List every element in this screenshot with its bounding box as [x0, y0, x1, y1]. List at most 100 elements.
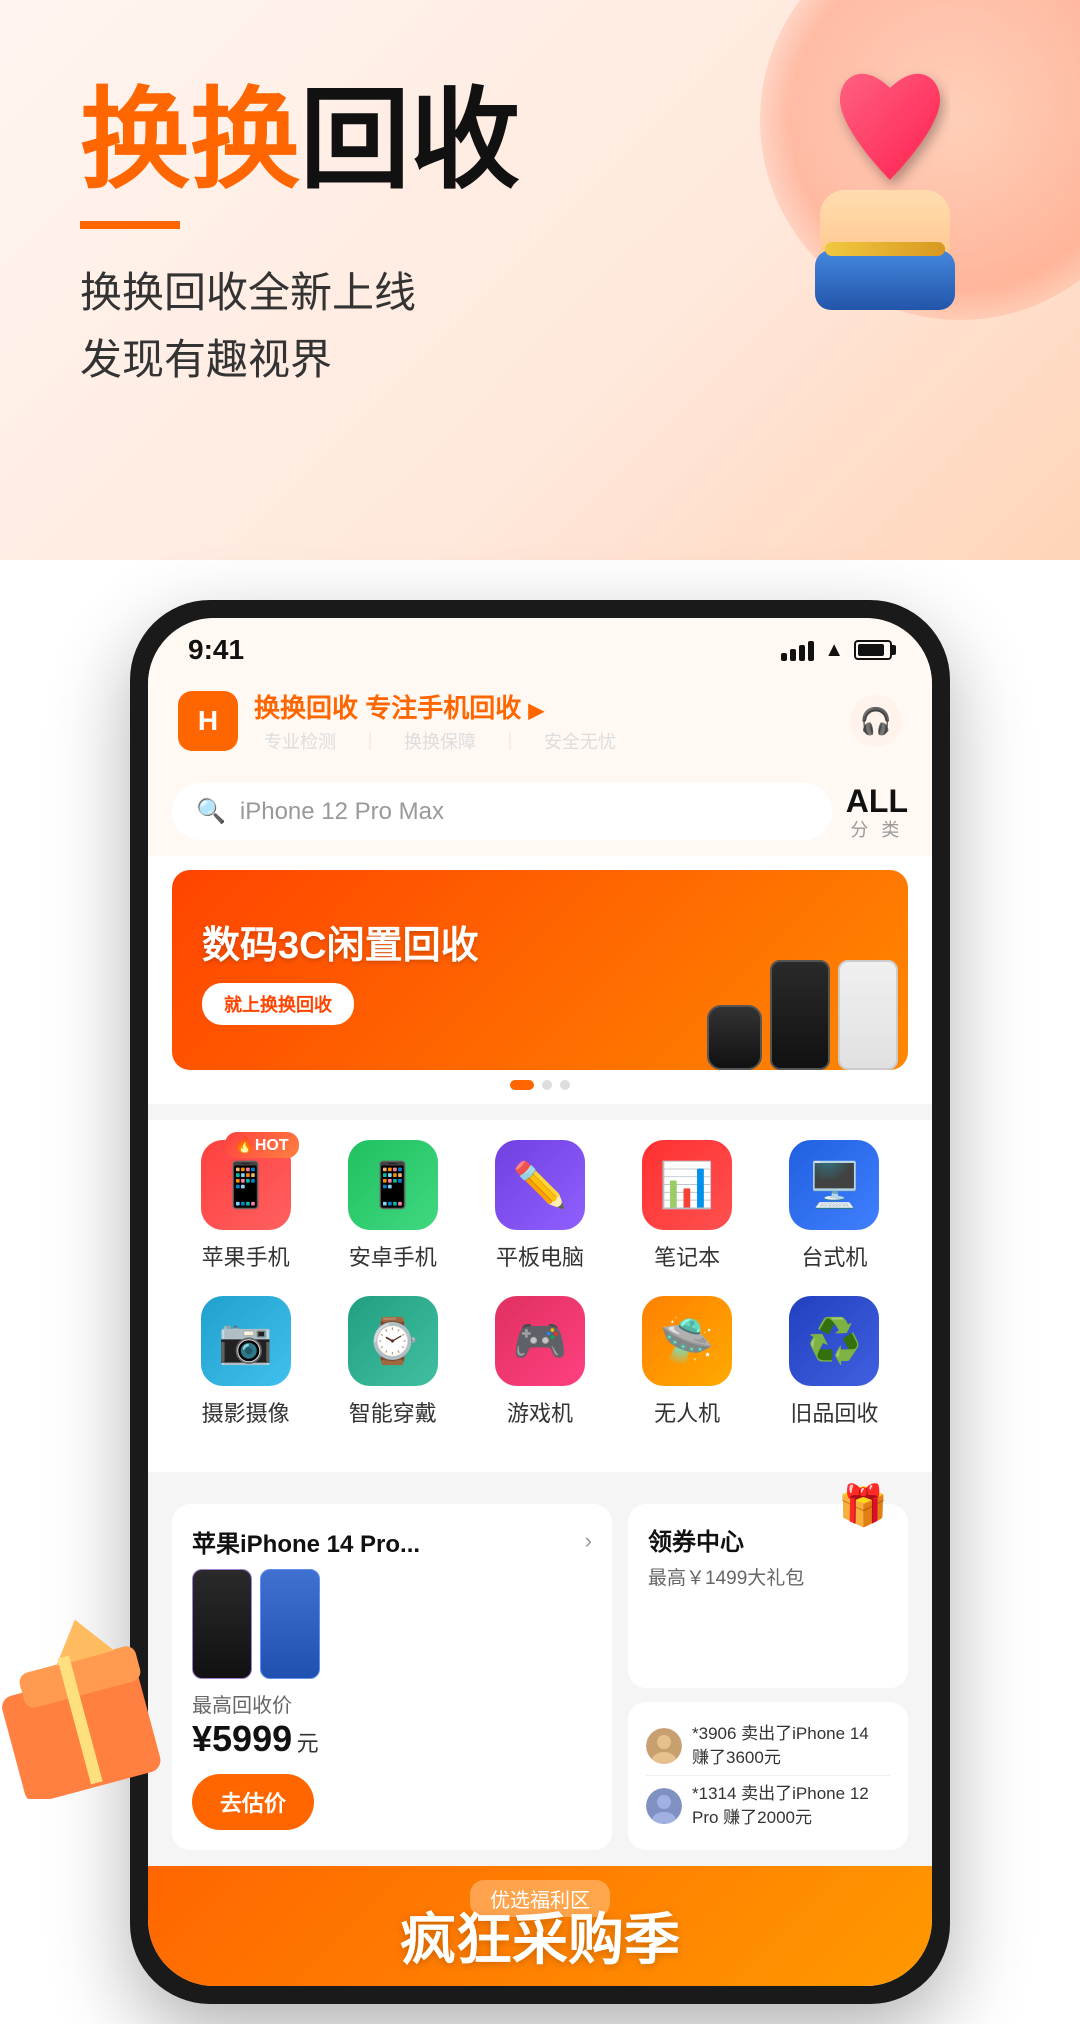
android-label: 安卓手机: [349, 1240, 437, 1272]
drone-icon-wrap: 🛸: [642, 1296, 732, 1386]
hero-divider: [80, 221, 180, 229]
product-phone-blue: [260, 1569, 320, 1679]
hero-section: 换换回收 换换回收全新上线 发现有趣视界: [0, 0, 1080, 560]
phone-outer-frame: 9:41 ▲: [130, 600, 950, 2004]
category-apple[interactable]: 🔥HOT 📱 苹果手机: [186, 1140, 306, 1272]
banner-phone-black: [770, 960, 830, 1070]
status-icons: ▲: [781, 639, 892, 662]
desktop-label: 台式机: [801, 1240, 867, 1272]
activity-avatar-2: [646, 1788, 682, 1824]
banner-dot-3: [560, 1080, 570, 1090]
camera-icon: 📷: [218, 1315, 273, 1367]
banner-phones-illustration: [707, 960, 898, 1070]
tablet-label: 平板电脑: [496, 1240, 584, 1272]
all-category-sub: 分 类: [846, 820, 908, 842]
category-recycle[interactable]: ♻️ 旧品回收: [774, 1296, 894, 1428]
estimate-button[interactable]: 去估价: [192, 1774, 314, 1830]
gift-box-illustration: [0, 1599, 170, 1799]
hero-subtitle-line1: 换换回收全新上线: [80, 259, 520, 326]
hero-subtitle: 换换回收全新上线 发现有趣视界: [80, 259, 520, 393]
drone-label: 无人机: [654, 1396, 720, 1428]
headset-button[interactable]: 🎧: [850, 695, 902, 747]
wearable-icon: ⌚: [365, 1315, 420, 1367]
banner-dots: [172, 1080, 908, 1090]
avatar-svg-1: [646, 1728, 682, 1764]
banner-phone-white: [838, 960, 898, 1070]
signal-icon: [781, 639, 814, 661]
app-name: 换换回收: [254, 693, 358, 723]
price-value: ¥5999: [192, 1718, 292, 1759]
phone-mockup-container: 9:41 ▲: [0, 560, 1080, 2024]
app-header: H 换换回收 专注手机回收 ▶ 专业检测 ｜ 换换保: [148, 674, 932, 768]
gaming-icon: 🎮: [513, 1315, 568, 1367]
banner-button[interactable]: 就上换换回收: [202, 983, 354, 1025]
product-card-title: 苹果iPhone 14 Pro...: [192, 1524, 420, 1559]
search-bar[interactable]: 🔍 iPhone 12 Pro Max: [172, 783, 832, 840]
bottom-banner[interactable]: 优选福利区 疯狂采购季: [148, 1866, 932, 1986]
app-tagline-badge: ▶: [529, 700, 544, 722]
status-time: 9:41: [188, 634, 244, 666]
product-card-arrow: ›: [585, 1528, 592, 1554]
app-header-text: 换换回收 专注手机回收 ▶ 专业检测 ｜ 换换保障 ｜ 安全无忧: [254, 688, 626, 754]
android-icon: 📱: [365, 1159, 420, 1211]
laptop-label: 笔记本: [654, 1240, 720, 1272]
category-area: 🔥HOT 📱 苹果手机 📱 安卓手机: [148, 1120, 932, 1472]
price-unit: 元: [297, 1731, 319, 1756]
banner-dot-2: [542, 1080, 552, 1090]
hero-title-huishou: 回收: [300, 79, 520, 202]
phone-inner-screen: 9:41 ▲: [148, 618, 932, 1986]
product-card[interactable]: 苹果iPhone 14 Pro... › 最高回收价 ¥5999 元 去估价: [172, 1504, 612, 1850]
hero-3d-decoration: [760, 60, 1040, 340]
hero-title-block: 换换回收 换换回收全新上线 发现有趣视界: [80, 80, 520, 393]
category-tablet[interactable]: ✏️ 平板电脑: [480, 1140, 600, 1272]
all-category-button[interactable]: ALL 分 类: [846, 782, 908, 842]
app-header-title: 换换回收 专注手机回收 ▶: [254, 688, 626, 725]
activity-item-1: *3906 卖出了iPhone 14 赚了3600元: [646, 1716, 890, 1776]
price-row: ¥5999 元: [192, 1718, 592, 1760]
activity-avatar-1: [646, 1728, 682, 1764]
battery-icon: [854, 640, 892, 660]
wearable-label: 智能穿戴: [349, 1396, 437, 1428]
avatar-svg-2: [646, 1788, 682, 1824]
wifi-icon: ▲: [824, 639, 844, 662]
app-logo: H: [178, 691, 238, 751]
category-camera[interactable]: 📷 摄影摄像: [186, 1296, 306, 1428]
apple-icon: 📱: [218, 1159, 273, 1211]
category-laptop[interactable]: 📊 笔记本: [627, 1140, 747, 1272]
drone-icon: 🛸: [660, 1315, 715, 1367]
activity-item-2: *1314 卖出了iPhone 12 Pro 赚了2000元: [646, 1775, 890, 1836]
voucher-icon: 🎁: [838, 1482, 888, 1529]
app-header-subtitle: 专业检测 ｜ 换换保障 ｜ 安全无忧: [254, 728, 626, 754]
category-desktop[interactable]: 🖥️ 台式机: [774, 1140, 894, 1272]
hot-badge: 🔥HOT: [225, 1132, 299, 1158]
recycle-label: 旧品回收: [790, 1396, 878, 1428]
main-banner[interactable]: 数码3C闲置回收 就上换换回收: [172, 870, 908, 1070]
banner-text: 数码3C闲置回收 就上换换回收: [172, 894, 509, 1045]
app-tagline: 专注手机回收: [365, 693, 521, 723]
search-area: 🔍 iPhone 12 Pro Max ALL 分 类: [148, 768, 932, 856]
category-android[interactable]: 📱 安卓手机: [333, 1140, 453, 1272]
hero-main-title: 换换回收: [80, 80, 520, 201]
status-bar: 9:41 ▲: [148, 618, 932, 674]
category-drone[interactable]: 🛸 无人机: [627, 1296, 747, 1428]
bottom-cards: 苹果iPhone 14 Pro... › 最高回收价 ¥5999 元 去估价: [148, 1488, 932, 1866]
android-icon-wrap: 📱: [348, 1140, 438, 1230]
product-phones: [192, 1569, 592, 1679]
apple-icon-wrap: 🔥HOT 📱: [201, 1140, 291, 1230]
wearable-icon-wrap: ⌚: [348, 1296, 438, 1386]
banner-watch-icon: [707, 1005, 762, 1070]
camera-label: 摄影摄像: [202, 1396, 290, 1428]
bottom-banner-tag: 优选福利区: [470, 1880, 610, 1917]
hero-subtitle-line2: 发现有趣视界: [80, 326, 520, 393]
hero-title-huan: 换换: [80, 79, 300, 202]
category-wearable[interactable]: ⌚ 智能穿戴: [333, 1296, 453, 1428]
recycle-icon-wrap: ♻️: [789, 1296, 879, 1386]
product-phone-purple: [192, 1569, 252, 1679]
app-logo-area: H 换换回收 专注手机回收 ▶ 专业检测 ｜ 换换保: [178, 688, 626, 754]
camera-icon-wrap: 📷: [201, 1296, 291, 1386]
voucher-card[interactable]: 🎁 领券中心 最高￥1499大礼包: [628, 1504, 908, 1688]
desktop-icon-wrap: 🖥️: [789, 1140, 879, 1230]
category-gaming[interactable]: 🎮 游戏机: [480, 1296, 600, 1428]
right-cards: 🎁 领券中心 最高￥1499大礼包: [628, 1504, 908, 1850]
product-card-title-row: 苹果iPhone 14 Pro... ›: [192, 1524, 592, 1559]
